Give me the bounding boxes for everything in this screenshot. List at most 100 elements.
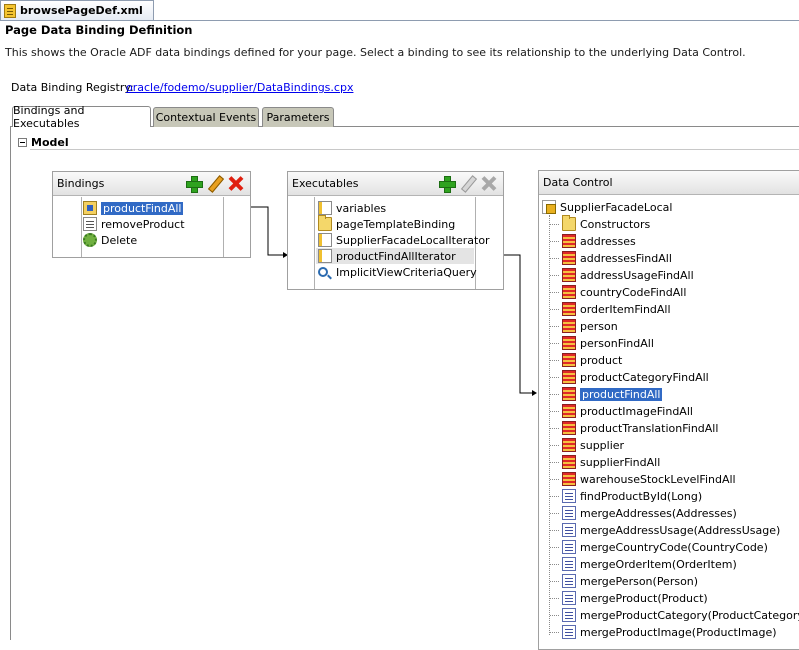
delete-binding-icon[interactable] xyxy=(227,175,244,192)
delete-executable-icon[interactable] xyxy=(480,175,497,192)
iterator-icon xyxy=(318,249,332,263)
folder-icon xyxy=(562,215,576,231)
collection-icon xyxy=(562,404,576,418)
tree-binding-icon xyxy=(83,201,97,215)
method-icon xyxy=(562,506,576,520)
bindings-panel-title: Bindings xyxy=(57,177,105,190)
tree-branch-line xyxy=(550,224,559,225)
method-icon xyxy=(562,540,576,554)
data-control-item[interactable]: addresses xyxy=(562,233,636,249)
data-control-item[interactable]: mergePerson(Person) xyxy=(562,573,698,589)
data-control-item[interactable]: personFindAll xyxy=(562,335,654,351)
collection-icon xyxy=(562,268,576,282)
tree-branch-line xyxy=(550,564,559,565)
data-control-item[interactable]: mergeCountryCode(CountryCode) xyxy=(562,539,768,555)
collection-icon xyxy=(562,285,576,299)
add-binding-icon[interactable] xyxy=(185,175,203,193)
collection-icon xyxy=(562,302,576,316)
edit-executable-icon[interactable] xyxy=(459,175,476,192)
binding-item-removeproduct[interactable]: removeProduct xyxy=(83,216,185,232)
data-control-item[interactable]: mergeProductImage(ProductImage) xyxy=(562,624,777,640)
data-control-panel-title: Data Control xyxy=(543,176,613,189)
bindings-panel-header: Bindings xyxy=(53,172,250,196)
executable-item-variables[interactable]: variables xyxy=(318,200,386,216)
collection-icon xyxy=(562,370,576,384)
tree-branch-line xyxy=(550,632,559,633)
tree-branch-line xyxy=(550,615,559,616)
data-control-item[interactable]: warehouseStockLevelFindAll xyxy=(562,471,736,487)
collection-icon xyxy=(562,251,576,265)
data-control-item[interactable]: mergeAddressUsage(AddressUsage) xyxy=(562,522,780,538)
executable-item-pagetemplatebinding[interactable]: pageTemplateBinding xyxy=(318,215,455,232)
tree-branch-line xyxy=(550,343,559,344)
collection-icon xyxy=(562,353,576,367)
data-control-item[interactable]: mergeOrderItem(OrderItem) xyxy=(562,556,737,572)
tree-branch-line xyxy=(550,479,559,480)
data-control-item[interactable]: Constructors xyxy=(562,215,650,232)
iterator-icon xyxy=(318,233,332,247)
data-control-item[interactable]: addressUsageFindAll xyxy=(562,267,694,283)
executable-item-productfindalliterator[interactable]: productFindAllIterator xyxy=(316,248,474,264)
data-control-item[interactable]: orderItemFindAll xyxy=(562,301,671,317)
tab-bindings-and-executables[interactable]: Bindings and Executables xyxy=(12,104,151,130)
tree-branch-line xyxy=(550,496,559,497)
method-binding-icon xyxy=(83,217,97,231)
data-control-item[interactable]: productImageFindAll xyxy=(562,403,693,419)
data-control-item[interactable]: person xyxy=(562,318,618,334)
method-icon xyxy=(562,523,576,537)
method-icon xyxy=(562,489,576,503)
binding-item-delete[interactable]: Delete xyxy=(83,232,137,248)
data-control-item[interactable]: supplierFindAll xyxy=(562,454,660,470)
tree-branch-line xyxy=(550,394,559,395)
data-control-panel-header: Data Control xyxy=(539,171,799,195)
method-icon xyxy=(562,574,576,588)
executables-panel: Executables variables pageTemplateBindin… xyxy=(287,171,504,290)
tree-branch-line xyxy=(550,360,559,361)
tree-branch-line xyxy=(550,547,559,548)
method-icon xyxy=(562,608,576,622)
tree-branch-line xyxy=(550,411,559,412)
data-control-root[interactable]: SupplierFacadeLocal xyxy=(542,199,672,215)
data-control-item[interactable]: supplier xyxy=(562,437,624,453)
variables-icon xyxy=(318,201,332,215)
data-control-item[interactable]: mergeAddresses(Addresses) xyxy=(562,505,737,521)
action-gear-icon xyxy=(83,233,97,247)
data-control-item[interactable]: productTranslationFindAll xyxy=(562,420,718,436)
tree-branch-line xyxy=(550,377,559,378)
executable-item-implicitviewcriteriaquery[interactable]: ImplicitViewCriteriaQuery xyxy=(318,264,477,280)
data-control-item[interactable]: productFindAll xyxy=(562,386,663,402)
data-control-icon xyxy=(542,200,556,214)
executable-item-supplierfacadelocaliterator[interactable]: SupplierFacadeLocalIterator xyxy=(318,232,490,248)
tree-branch-line xyxy=(550,462,559,463)
data-control-item[interactable]: addressesFindAll xyxy=(562,250,672,266)
add-executable-icon[interactable] xyxy=(438,175,456,193)
collection-icon xyxy=(562,336,576,350)
data-control-item[interactable]: productCategoryFindAll xyxy=(562,369,709,385)
collection-icon xyxy=(562,455,576,469)
tree-branch-line xyxy=(550,428,559,429)
data-control-item[interactable]: countryCodeFindAll xyxy=(562,284,686,300)
edit-binding-icon[interactable] xyxy=(206,175,223,192)
collection-icon xyxy=(562,387,576,401)
collection-icon xyxy=(562,319,576,333)
executables-panel-header: Executables xyxy=(288,172,503,196)
method-icon xyxy=(562,591,576,605)
tree-branch-line xyxy=(550,581,559,582)
tree-branch-line xyxy=(550,275,559,276)
tree-branch-line xyxy=(550,292,559,293)
data-control-item[interactable]: mergeProduct(Product) xyxy=(562,590,708,606)
binding-item-productfindall[interactable]: productFindAll xyxy=(83,200,184,216)
connector-arrowhead-datacontrol xyxy=(532,390,537,396)
tree-branch-line xyxy=(550,326,559,327)
search-icon xyxy=(318,267,328,277)
data-control-item[interactable]: mergeProductCategory(ProductCategory) xyxy=(562,607,799,623)
tree-branch-line xyxy=(550,258,559,259)
tree-guide-line xyxy=(549,215,550,635)
data-control-item[interactable]: findProductById(Long) xyxy=(562,488,702,504)
data-control-item[interactable]: product xyxy=(562,352,622,368)
bindings-panel: Bindings productFindAll removeProduct De… xyxy=(52,171,251,258)
collection-icon xyxy=(562,421,576,435)
tree-branch-line xyxy=(550,445,559,446)
collection-icon xyxy=(562,438,576,452)
collection-icon xyxy=(562,472,576,486)
